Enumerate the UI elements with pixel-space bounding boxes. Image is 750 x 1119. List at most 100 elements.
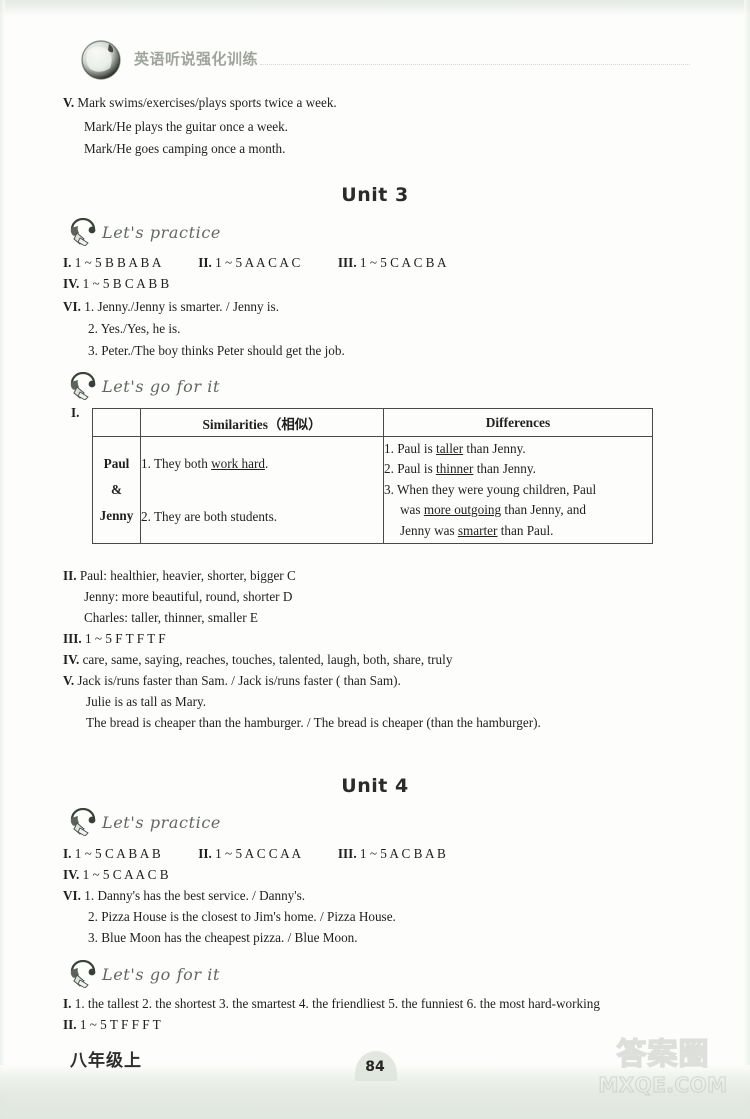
section-label-text: Let's go for it	[102, 965, 221, 984]
unit3-gfi-ii-line-3: Charles: taller, thinner, smaller E	[84, 610, 258, 625]
watermark: 答案圈 MXQE.COM	[588, 1036, 738, 1111]
answer-text: 1 ~ 5 F T F T F	[85, 631, 166, 646]
unit3-vi-line-3: 3. Peter./The boy thinks Peter should ge…	[88, 343, 345, 358]
difference-item-3-cont-b: Jenny was smarter than Paul.	[400, 522, 554, 538]
scan-artifact-right	[744, 0, 750, 1119]
answer-text: 1 ~ 5 T F F F T	[79, 1017, 161, 1032]
unit4-vi-line-2: 2. Pizza House is the closest to Jim's h…	[88, 909, 396, 924]
prev-unit-answer-line-1: V. Mark swims/exercises/plays sports twi…	[63, 93, 337, 112]
roman-numeral-vi: VI.	[63, 299, 81, 314]
table-cell-differences: 1. Paul is taller than Jenny. 2. Paul is…	[383, 436, 653, 544]
answer-text-ii: 1 ~ 5 A A C A C	[215, 255, 301, 270]
unit4-vi-line-1: VI. 1. Danny's has the best service. / D…	[63, 886, 305, 905]
table-header-differences: Differences	[383, 408, 653, 437]
watermark-domain: MXQE.COM	[598, 1072, 728, 1097]
unit4-gfi-ii-line: II. 1 ~ 5 T F F F T	[63, 1015, 161, 1034]
unit-4-title: Unit 4	[341, 775, 409, 797]
scan-artifact-top	[0, 0, 750, 16]
roman-numeral-iii: III.	[337, 255, 357, 270]
difference-item-3: 3. When they were young children, Paul	[384, 481, 597, 497]
unit3-gfi-iv-line: IV. care, same, saying, reaches, touches…	[63, 650, 452, 669]
underlined-phrase: work hard	[211, 456, 265, 471]
section-label-text: Let's practice	[102, 223, 221, 242]
underlined-phrase: taller	[436, 440, 464, 456]
prev-unit-answer-line-3: Mark/He goes camping once a month.	[84, 141, 286, 156]
roman-numeral-i: I.	[63, 996, 72, 1011]
unit3-gfi-v-line-2: Julie is as tall as Mary.	[86, 694, 207, 709]
headphone-icon	[70, 960, 96, 988]
vi-item-1: 1. Danny's has the best service. / Danny…	[84, 888, 306, 903]
table-header-similarities: Similarities（相似）	[140, 408, 384, 437]
unit3-gfi-v-line-1: V. Jack is/runs faster than Sam. / Jack …	[63, 671, 401, 690]
difference-item-1: 1. Paul is taller than Jenny.	[384, 440, 526, 456]
answer-text-i: 1 ~ 5 B B A B A	[74, 255, 161, 270]
roman-numeral-i: I.	[63, 255, 72, 270]
answer-text-ii: 1 ~ 5 A C C A A	[215, 846, 301, 861]
unit3-gfi-ii-line-1: II. Paul: healthier, heavier, shorter, b…	[63, 566, 296, 585]
table-header-row: Similarities（相似） Differences	[92, 408, 653, 437]
unit3-practice-answers-row-2: IV. 1 ~ 5 B C A B B	[63, 274, 169, 293]
roman-numeral: V.	[63, 95, 75, 110]
vi-item-1: 1. Jenny./Jenny is smarter. / Jenny is.	[84, 299, 279, 314]
answer-text: Mark swims/exercises/plays sports twice …	[77, 95, 337, 110]
roman-numeral-iii: III.	[337, 846, 357, 861]
similarity-item-1: 1. They both work hard.	[141, 456, 269, 471]
unit3-vi-line-1: VI. 1. Jenny./Jenny is smarter. / Jenny …	[63, 297, 279, 316]
table-row: Paul & Jenny 1. They both work hard. 2. …	[92, 436, 653, 544]
underlined-phrase: smarter	[457, 522, 498, 538]
answer-text: Paul: healthier, heavier, shorter, bigge…	[79, 568, 296, 583]
roman-numeral-v: V.	[63, 673, 75, 688]
similarity-item-2: 2. They are both students.	[141, 509, 278, 524]
roman-numeral-iv: IV.	[63, 867, 80, 882]
roman-numeral-iv: IV.	[63, 652, 80, 667]
watermark-chinese: 答案圈	[616, 1036, 710, 1072]
underlined-phrase: more outgoing	[423, 502, 502, 518]
unit3-vi-line-2: 2. Yes./Yes, he is.	[88, 321, 181, 336]
answer-text-iv: 1 ~ 5 C A A C B	[82, 867, 169, 882]
roman-numeral-ii: II.	[63, 1017, 77, 1032]
row-label-line-3: Jenny	[99, 508, 134, 523]
running-head-rule	[260, 64, 690, 65]
running-head: 英语听说强化训练	[78, 38, 698, 84]
running-head-title: 英语听说强化训练	[134, 50, 259, 68]
roman-numeral-iii: III.	[63, 631, 82, 646]
underlined-phrase: thinner	[436, 461, 474, 477]
roman-numeral-i: I.	[63, 846, 72, 861]
comparison-table: Similarities（相似） Differences Paul & Jenn…	[92, 408, 653, 544]
unit4-vi-line-3: 3. Blue Moon has the cheapest pizza. / B…	[88, 930, 358, 945]
answer-text: 1. the tallest 2. the shortest 3. the sm…	[74, 996, 600, 1011]
headphone-icon	[70, 218, 96, 246]
unit4-practice-answers-row-1: I. 1 ~ 5 C A B A B II. 1 ~ 5 A C C A A I…	[63, 844, 446, 863]
globe-icon	[81, 40, 121, 80]
answer-key-page: 英语听说强化训练 V. Mark swims/exercises/plays s…	[0, 0, 750, 1119]
roman-numeral-vi: VI.	[63, 888, 81, 903]
unit-3-title: Unit 3	[341, 184, 409, 206]
roman-numeral-ii: II.	[63, 568, 77, 583]
headphone-icon	[70, 372, 96, 400]
roman-numeral-ii: II.	[198, 255, 212, 270]
table-header-blank	[92, 408, 141, 437]
unit3-gfi-iii-line: III. 1 ~ 5 F T F T F	[63, 629, 166, 648]
unit3-gfi-v-line-3: The bread is cheaper than the hamburger.…	[86, 715, 541, 730]
answer-text: Jack is/runs faster than Sam. / Jack is/…	[77, 673, 401, 688]
roman-numeral-iv: IV.	[63, 276, 80, 291]
headphone-icon	[70, 808, 96, 836]
unit4-gfi-i-line: I. 1. the tallest 2. the shortest 3. the…	[63, 994, 600, 1013]
answer-text-iii: 1 ~ 5 A C B A B	[359, 846, 446, 861]
unit3-gfi-ii-line-2: Jenny: more beautiful, round, shorter D	[84, 589, 293, 604]
answer-text: care, same, saying, reaches, touches, ta…	[82, 652, 453, 667]
prev-unit-answer-line-2: Mark/He plays the guitar once a week.	[84, 119, 288, 134]
unit3-practice-answers-row-1: I. 1 ~ 5 B B A B A II. 1 ~ 5 A A C A C I…	[63, 253, 447, 272]
unit4-practice-answers-row-2: IV. 1 ~ 5 C A A C B	[63, 865, 169, 884]
row-label-line-2: &	[111, 482, 122, 497]
answer-text-i: 1 ~ 5 C A B A B	[74, 846, 161, 861]
answer-text-iv: 1 ~ 5 B C A B B	[82, 276, 170, 291]
difference-item-3-cont-a: was more outgoing than Jenny, and	[400, 502, 586, 518]
roman-numeral-ii: II.	[198, 846, 212, 861]
table-marker: I.	[71, 405, 80, 420]
table-cell-row-label: Paul & Jenny	[92, 436, 141, 544]
row-label-line-1: Paul	[103, 456, 130, 471]
scan-artifact-left	[0, 0, 5, 1119]
answer-text-iii: 1 ~ 5 C A C B A	[359, 255, 447, 270]
section-label-text: Let's practice	[102, 813, 221, 832]
